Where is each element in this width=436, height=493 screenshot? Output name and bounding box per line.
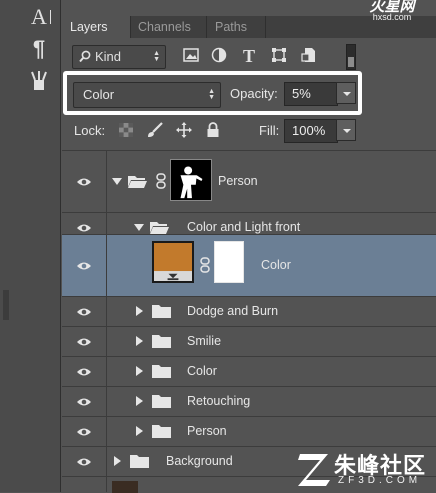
fill-input[interactable]: 100% [284, 119, 338, 143]
folder-icon [152, 425, 171, 438]
visibility-cell [62, 387, 107, 416]
type-filter-icon[interactable]: T [240, 47, 258, 65]
eye-icon[interactable] [76, 261, 92, 271]
watermark-bottom-url: ZF3D.COM [338, 475, 422, 486]
image-filter-icon[interactable] [182, 47, 200, 65]
fill-label: Fill: [259, 123, 280, 138]
zf3d-logo-icon [298, 454, 330, 486]
layers-panel: Layers Channels Paths Kind ▲ ▼ T Color ▲… [62, 0, 436, 493]
watermark-top: 火星网 hxsd.com [350, 0, 434, 22]
lock-all-icon[interactable] [206, 122, 222, 138]
visibility-cell [62, 417, 107, 446]
callout-highlight-box [63, 71, 362, 115]
shape-filter-icon[interactable] [270, 47, 288, 65]
smart-object-filter-icon[interactable] [300, 47, 318, 65]
tab-layers-label: Layers [70, 20, 108, 34]
layer-row-color-group[interactable]: Color [62, 356, 436, 386]
layer-name: Person [218, 174, 258, 188]
layer-row-color-fill[interactable]: Color [62, 234, 436, 296]
group-mask-thumbnail[interactable] [170, 159, 212, 201]
layer-row-dodge-and-burn[interactable]: Dodge and Burn [62, 296, 436, 326]
eye-icon[interactable] [76, 457, 92, 467]
layer-name: Person [187, 424, 227, 438]
layer-filter-row: Kind ▲ ▼ T [62, 42, 436, 72]
type-tool-icon: A [31, 4, 47, 29]
eye-icon[interactable] [76, 307, 92, 317]
lock-position-icon[interactable] [176, 122, 192, 138]
eye-icon[interactable] [76, 177, 92, 187]
visibility-cell [62, 297, 107, 326]
expand-triangle-icon[interactable] [136, 336, 143, 346]
layer-name: Dodge and Burn [187, 304, 279, 318]
layer-name: Smilie [187, 334, 222, 348]
layer-row-smilie[interactable]: Smilie [62, 326, 436, 356]
folder-icon [152, 395, 171, 408]
brush-settings-tool-button[interactable] [28, 70, 50, 92]
tab-layers[interactable]: Layers [62, 16, 131, 38]
filter-toggle-switch[interactable] [346, 44, 356, 70]
tab-channels[interactable]: Channels [130, 16, 207, 38]
brush-settings-icon [31, 71, 47, 90]
mask-link-icon[interactable] [200, 257, 210, 273]
eye-icon[interactable] [76, 337, 92, 347]
layer-name: Color [187, 364, 217, 378]
folder-open-icon [150, 222, 169, 234]
layer-name: Retouching [187, 394, 251, 408]
visibility-cell [62, 327, 107, 356]
folder-icon [152, 305, 171, 318]
layers-list: Person Color and Light front Color Dodge… [62, 150, 436, 493]
expand-triangle-icon[interactable] [136, 306, 143, 316]
layer-name: Color [261, 258, 291, 272]
visibility-cell [62, 447, 107, 476]
lock-transparent-pixels-icon[interactable] [118, 122, 134, 138]
expand-triangle-icon[interactable] [136, 366, 143, 376]
layer-name: Background [166, 454, 233, 468]
tools-strip: A ¶ [0, 0, 61, 492]
expand-triangle-icon[interactable] [136, 396, 143, 406]
lock-image-pixels-icon[interactable] [146, 122, 163, 138]
visibility-cell [62, 357, 107, 386]
tab-paths[interactable]: Paths [207, 16, 266, 38]
visibility-cell [62, 151, 107, 212]
layer-row-person-subgroup[interactable]: Person [62, 416, 436, 446]
mask-link-icon[interactable] [156, 173, 166, 189]
search-icon [79, 50, 91, 63]
collapse-triangle-icon[interactable] [134, 224, 144, 231]
collapse-triangle-icon[interactable] [112, 178, 122, 185]
eye-icon[interactable] [76, 427, 92, 437]
paragraph-icon: ¶ [32, 36, 46, 61]
fill-layer-thumbnail[interactable] [152, 241, 194, 283]
folder-icon [130, 455, 149, 468]
layer-row-person-group[interactable]: Person [62, 150, 436, 212]
fill-dropdown-button[interactable] [336, 119, 356, 141]
folder-icon [152, 335, 171, 348]
tab-channels-label: Channels [138, 20, 191, 34]
visibility-cell [62, 477, 107, 492]
filter-kind-select[interactable]: Kind ▲ ▼ [72, 45, 166, 69]
layer-name: Color and Light front [187, 220, 301, 234]
expand-triangle-icon[interactable] [114, 456, 121, 466]
text-cursor-icon [50, 10, 57, 24]
lock-label: Lock: [74, 123, 106, 138]
folder-icon [152, 365, 171, 378]
type-tool-button[interactable]: A [28, 6, 50, 28]
tab-paths-label: Paths [215, 20, 247, 34]
layer-thumbnail [112, 481, 138, 493]
layer-row-retouching[interactable]: Retouching [62, 386, 436, 416]
updown-arrows-icon: ▲ ▼ [153, 50, 160, 63]
watermark-bottom: 朱峰社区 ZF3D.COM [294, 446, 436, 492]
eye-icon[interactable] [76, 223, 92, 233]
watermark-top-url: hxsd.com [372, 12, 412, 22]
paragraph-tool-button[interactable]: ¶ [28, 38, 50, 60]
expand-triangle-icon[interactable] [136, 426, 143, 436]
adjustment-filter-icon[interactable] [210, 47, 228, 65]
filter-kind-label: Kind [95, 49, 122, 64]
eye-icon[interactable] [76, 397, 92, 407]
fill-value: 100% [292, 123, 326, 138]
visibility-cell [62, 235, 107, 296]
layer-mask-thumbnail[interactable] [214, 241, 244, 283]
toolstrip-scroll-handle[interactable] [3, 290, 9, 320]
folder-open-icon [128, 176, 147, 188]
eye-icon[interactable] [76, 367, 92, 377]
